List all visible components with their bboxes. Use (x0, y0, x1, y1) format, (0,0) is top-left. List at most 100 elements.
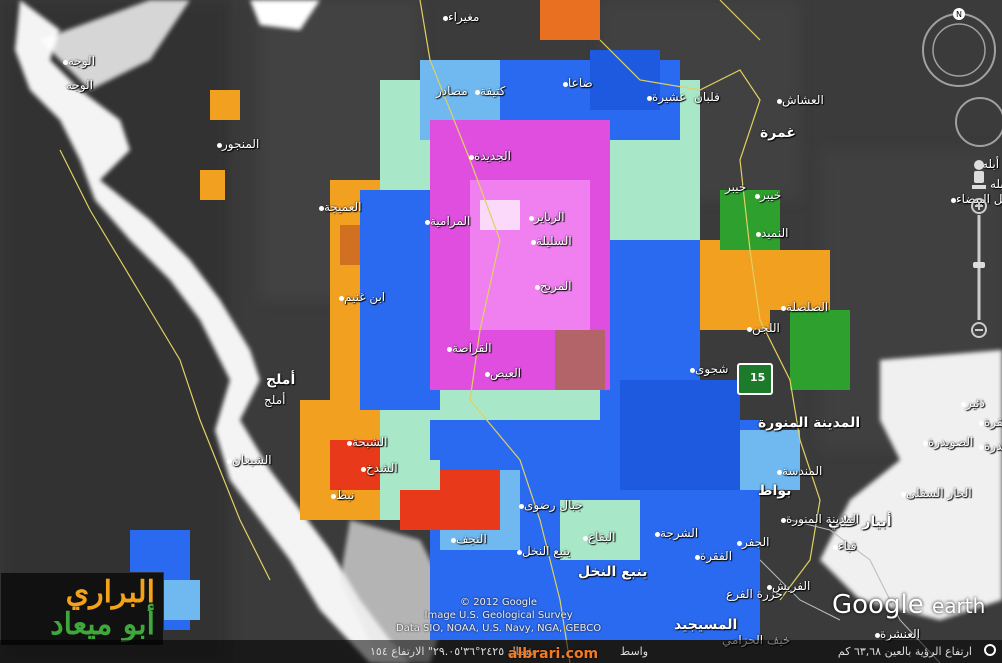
place-marker-icon (647, 96, 652, 101)
place-label[interactable]: المنجور (222, 137, 259, 151)
place-label[interactable]: المدينة المنورة (786, 512, 859, 526)
place-label[interactable]: الشدخ (366, 461, 398, 475)
place-marker-icon (695, 555, 700, 560)
place-label[interactable]: البقاع (588, 530, 616, 544)
place-label[interactable]: ضاعا (568, 76, 593, 90)
place-label[interactable]: اللجن (752, 321, 780, 335)
place-label[interactable]: أملج (264, 393, 285, 407)
place-marker-icon (347, 441, 352, 446)
place-label[interactable]: فلبان (694, 90, 720, 104)
look-joystick[interactable] (955, 97, 1002, 147)
place-marker-icon (451, 538, 456, 543)
watermark-line2: أبو ميعاد (50, 607, 155, 642)
credit-copyright: © 2012 Google (460, 597, 538, 608)
place-label[interactable]: المرامية (430, 214, 470, 228)
place-label[interactable]: ذئير (966, 396, 985, 410)
place-label[interactable]: الحار السفلى (906, 486, 972, 500)
place-label[interactable]: الجفر (742, 535, 769, 549)
place-label[interactable]: الشرجة (660, 526, 698, 540)
place-label[interactable]: كتيفة (480, 84, 505, 98)
place-label[interactable]: الشبحة (352, 435, 388, 449)
place-label[interactable]: خيبر (760, 188, 781, 202)
north-label: N (956, 10, 962, 19)
place-label[interactable]: غمرة (760, 125, 796, 141)
place-marker-icon (531, 240, 536, 245)
zoom-slider[interactable] (971, 198, 987, 338)
navigation-controls[interactable]: N (922, 0, 1002, 360)
place-label[interactable]: مصادر (436, 84, 468, 98)
place-label[interactable]: المندسة (782, 464, 822, 478)
google-earth-logo: Google earth (832, 590, 985, 620)
place-label[interactable]: المسيجيد (674, 617, 737, 633)
place-label[interactable]: قباء (838, 539, 857, 553)
place-label[interactable]: الزباير (534, 210, 565, 224)
logo-product: earth (931, 594, 986, 618)
status-bar: شمال ٢٤٢٥°٣٦'٢٩.٠٥" الارتفاع ١٥٤ واسط ار… (0, 640, 1002, 663)
place-label[interactable]: العنشرة (880, 627, 920, 641)
status-separator: واسط (620, 645, 649, 658)
place-marker-icon (517, 550, 522, 555)
place-marker-icon (979, 445, 984, 450)
place-marker-icon (690, 368, 695, 373)
place-label[interactable]: نبط (336, 488, 354, 502)
watermark-line1: البراري (65, 575, 155, 610)
place-label[interactable]: الصويدرة (928, 435, 973, 449)
highway-shield: 15 (737, 363, 773, 395)
place-label[interactable]: الوجه (66, 78, 93, 92)
place-label[interactable]: الوجه (68, 54, 95, 68)
watermark-url: albrari.com (508, 646, 599, 662)
place-marker-icon (331, 494, 336, 499)
place-label[interactable]: الصويدرة (984, 439, 1002, 453)
place-marker-icon (519, 504, 524, 509)
place-marker-icon (961, 402, 966, 407)
credit-imagery: Image U.S. Geological Survey (424, 610, 573, 621)
place-label[interactable]: ينبع النخل (578, 564, 647, 580)
place-label[interactable]: الشقرة (984, 415, 1002, 429)
place-label[interactable]: الشبعان (232, 453, 272, 467)
place-marker-icon (63, 60, 68, 65)
place-label[interactable]: ينبع النخل (522, 544, 570, 558)
eye-altitude: ارتفاع الرؤية بالعين ٦٣,٦٨ كم (837, 645, 972, 658)
imagery-credits: © 2012 Google Image U.S. Geological Surv… (396, 596, 601, 635)
place-marker-icon (875, 633, 880, 638)
place-marker-icon (425, 220, 430, 225)
logo-brand: Google (832, 590, 924, 620)
place-label[interactable]: عشيرة (652, 90, 686, 104)
compass-ring[interactable]: N (922, 8, 996, 87)
place-label[interactable]: النميد (761, 226, 788, 240)
place-label[interactable]: مغيراء (448, 10, 479, 24)
place-label[interactable]: العميجة (324, 200, 362, 214)
place-label[interactable]: الجديدة (474, 149, 511, 163)
place-label[interactable]: الصلصلة (786, 300, 828, 314)
place-label[interactable]: خيبر (725, 180, 746, 194)
place-marker-icon (655, 532, 660, 537)
place-marker-icon (923, 441, 928, 446)
place-label[interactable]: أملج (266, 372, 295, 388)
place-label[interactable]: حزرة الفرع (726, 587, 783, 601)
place-marker-icon (475, 90, 480, 95)
place-label[interactable]: بواط (758, 483, 791, 499)
place-label[interactable]: العيص (490, 366, 521, 380)
place-label[interactable]: النجف (456, 532, 487, 546)
place-label[interactable]: شجوى (695, 362, 728, 376)
place-label[interactable]: القراصة (452, 341, 492, 355)
place-marker-icon (339, 296, 344, 301)
place-label[interactable]: المريح (540, 279, 572, 293)
credit-data: Data SIO, NOAA, U.S. Navy, NGA, GEBCO (396, 623, 602, 634)
place-marker-icon (747, 327, 752, 332)
place-marker-icon (781, 306, 786, 311)
place-label[interactable]: الفقرة (700, 549, 732, 563)
street-view-pegman-icon[interactable] (972, 160, 986, 189)
place-marker-icon (979, 421, 984, 426)
place-marker-icon (777, 470, 782, 475)
place-label[interactable]: جبال رضوى (524, 498, 583, 512)
map-canvas[interactable] (0, 0, 1002, 663)
place-label[interactable]: ابن غنيم (344, 290, 385, 304)
place-marker-icon (217, 143, 222, 148)
place-label[interactable]: السليلة (536, 234, 572, 248)
place-marker-icon (469, 155, 474, 160)
place-label[interactable]: العشاش (782, 93, 824, 107)
place-marker-icon (737, 541, 742, 546)
place-marker-icon (319, 206, 324, 211)
place-label[interactable]: المدينة المنورة (758, 415, 860, 431)
